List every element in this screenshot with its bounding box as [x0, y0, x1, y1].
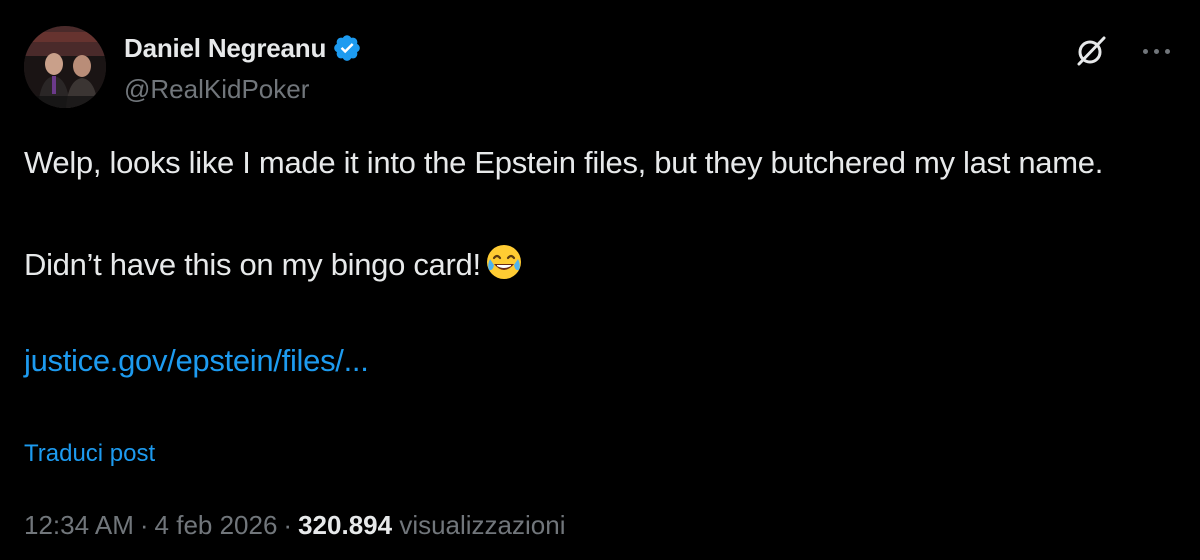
post-time[interactable]: 12:34 AM	[24, 510, 134, 540]
translate-post-link[interactable]: Traduci post	[24, 440, 155, 468]
post-card: Daniel Negreanu @RealKidPoker Welp, look…	[0, 0, 1200, 560]
post-paragraph-2-text: Didn’t have this on my bingo card!	[24, 247, 481, 282]
face-with-tears-of-joy-icon	[485, 243, 523, 281]
more-icon[interactable]	[1136, 34, 1176, 68]
post-meta: 12:34 AM · 4 feb 2026 · 320.894 visualizzazi…	[24, 510, 566, 541]
avatar-image	[24, 26, 106, 108]
author-display-name[interactable]: Daniel Negreanu	[124, 33, 326, 64]
meta-separator: ·	[283, 510, 293, 540]
views-count: 320.894	[298, 510, 393, 540]
post-link-line: justice.gov/epstein/files/...	[24, 338, 1164, 384]
author-block: Daniel Negreanu @RealKidPoker	[124, 30, 362, 105]
name-row: Daniel Negreanu	[124, 30, 362, 66]
avatar[interactable]	[24, 26, 106, 108]
post-paragraph-1: Welp, looks like I made it into the Epst…	[24, 145, 1104, 180]
post-header: Daniel Negreanu @RealKidPoker	[24, 26, 1176, 110]
external-link[interactable]: justice.gov/epstein/files/...	[24, 343, 369, 378]
verified-badge-icon[interactable]	[332, 33, 362, 63]
grok-icon[interactable]	[1074, 34, 1108, 68]
post-paragraph-2: Didn’t have this on my bingo card!	[24, 242, 1164, 288]
meta-separator: ·	[139, 510, 149, 540]
author-handle[interactable]: @RealKidPoker	[124, 74, 362, 105]
post-date[interactable]: 4 feb 2026	[155, 510, 278, 540]
top-actions	[1074, 34, 1176, 68]
post-text: Welp, looks like I made it into the Epst…	[24, 140, 1164, 384]
views-label: visualizzazioni	[399, 510, 566, 540]
